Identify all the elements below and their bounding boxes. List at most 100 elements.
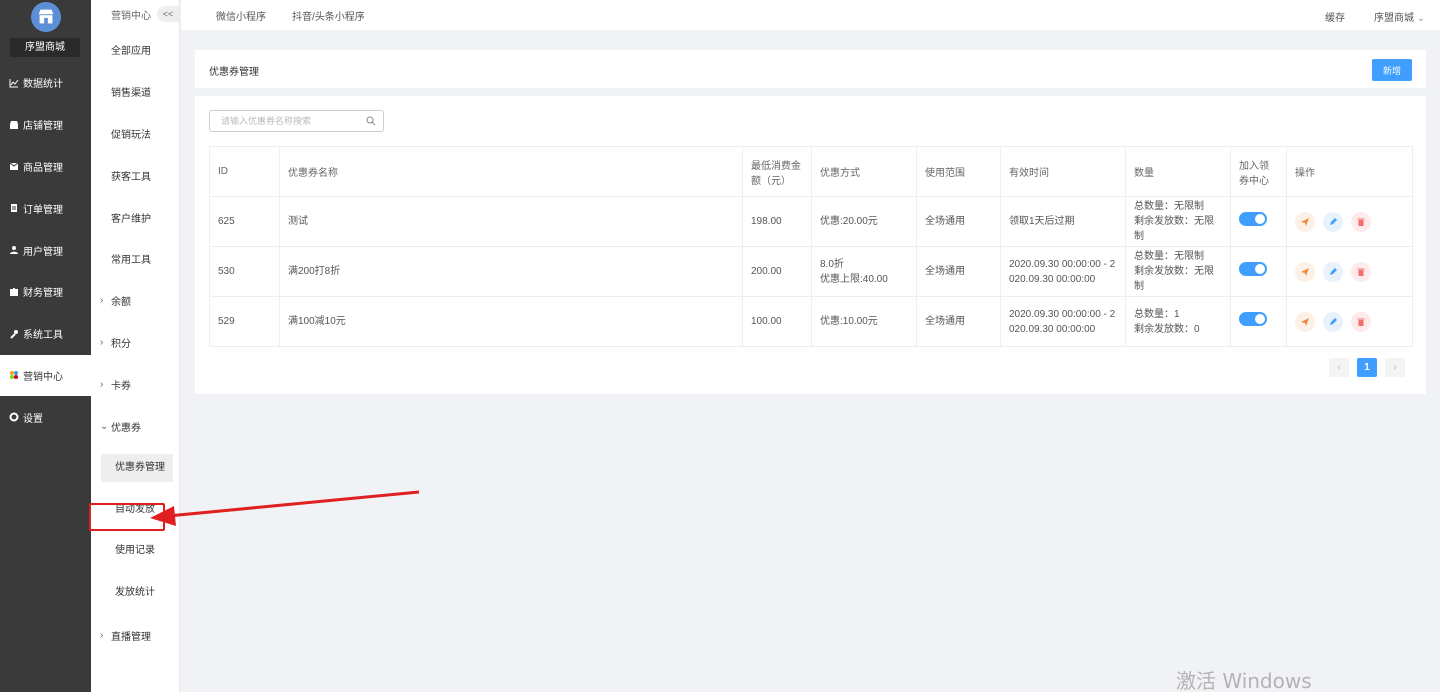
sub-sidebar-title: 营销中心 xyxy=(111,11,151,22)
cell-scope: 全场通用 xyxy=(916,296,1001,347)
col-actions: 操作 xyxy=(1286,146,1413,197)
subnav-usage-records[interactable]: 使用记录 xyxy=(91,531,179,573)
marketing-icon xyxy=(9,370,19,380)
cell-scope: 全场通用 xyxy=(916,196,1001,247)
search-input[interactable] xyxy=(210,111,360,131)
group-label: 余额 xyxy=(111,297,131,309)
subnav-promotion[interactable]: 促销玩法 xyxy=(91,113,179,155)
subnav-group-cards[interactable]: › 卡券 xyxy=(91,363,179,405)
subnav-group-coupons[interactable]: ⌄ 优惠券 xyxy=(91,405,179,447)
cell-name: 测试 xyxy=(279,196,743,247)
account-name: 序盟商城 xyxy=(1374,13,1414,24)
wrench-icon xyxy=(9,329,19,339)
subnav-issue-stats[interactable]: 发放统计 xyxy=(91,572,179,614)
send-icon[interactable] xyxy=(1295,211,1315,232)
tab-douyin[interactable]: 抖音/头条小程序 xyxy=(292,8,365,23)
shop-name: 序盟商城 xyxy=(10,38,80,57)
coupon-center-toggle[interactable] xyxy=(1239,212,1267,226)
col-id: ID xyxy=(209,146,280,197)
prev-page-button[interactable]: ‹ xyxy=(1329,358,1349,377)
cell-actions xyxy=(1286,296,1413,347)
subnav-sales-channel[interactable]: 销售渠道 xyxy=(91,71,179,113)
coupon-center-toggle[interactable] xyxy=(1239,312,1267,326)
cell-qty: 总数量：无限制 剩余发放数：无限制 xyxy=(1125,246,1231,297)
cell-discount: 优惠:20.00元 xyxy=(811,196,917,247)
cell-id: 529 xyxy=(209,296,280,347)
cell-qty: 总数量：无限制 剩余发放数：无限制 xyxy=(1125,196,1231,247)
subnav-label: 使用记录 xyxy=(115,545,155,557)
col-scope: 使用范围 xyxy=(916,146,1001,197)
nav-settings[interactable]: 设置 xyxy=(0,396,91,438)
windows-activation-watermark: 激活 Windows xyxy=(1176,669,1312,692)
page-number[interactable]: 1 xyxy=(1357,358,1377,377)
sub-sidebar-header: 营销中心 << xyxy=(91,0,179,29)
subnav-coupon-manage[interactable]: 优惠券管理 xyxy=(91,447,179,489)
chart-icon xyxy=(9,78,19,88)
cell-qty: 总数量：1 剩余发放数：0 xyxy=(1125,296,1231,347)
top-bar: 微信小程序 抖音/头条小程序 缓存 序盟商城 ⌄ xyxy=(181,0,1440,30)
nav-data-stats[interactable]: 数据统计 xyxy=(0,62,91,104)
send-icon[interactable] xyxy=(1295,311,1315,332)
edit-icon[interactable] xyxy=(1323,211,1343,232)
discount-line: 8.0折 xyxy=(820,258,844,270)
nav-label: 营销中心 xyxy=(23,371,63,383)
group-label: 积分 xyxy=(111,338,131,350)
subnav-label: 发放统计 xyxy=(115,587,155,599)
delete-icon[interactable] xyxy=(1351,311,1371,332)
subnav-group-points[interactable]: › 积分 xyxy=(91,322,179,364)
table-header-row: ID 优惠券名称 最低消费金额（元） 优惠方式 使用范围 有效时间 数量 加入领… xyxy=(209,146,1413,197)
cache-link[interactable]: 缓存 xyxy=(1325,9,1345,24)
col-name: 优惠券名称 xyxy=(279,146,743,197)
tab-wechat[interactable]: 微信小程序 xyxy=(216,8,266,23)
subnav-all-apps[interactable]: 全部应用 xyxy=(91,29,179,71)
nav-store[interactable]: 店铺管理 xyxy=(0,104,91,146)
qty-total: 总数量：无限制 xyxy=(1134,201,1204,212)
col-quantity: 数量 xyxy=(1125,146,1231,197)
col-valid-time: 有效时间 xyxy=(1000,146,1126,197)
col-discount: 优惠方式 xyxy=(811,146,917,197)
store-icon xyxy=(9,120,19,130)
delete-icon[interactable] xyxy=(1351,211,1371,232)
send-icon[interactable] xyxy=(1295,261,1315,282)
nav-goods[interactable]: 商品管理 xyxy=(0,146,91,188)
subnav-common-tools[interactable]: 常用工具 xyxy=(91,238,179,280)
qty-total: 总数量：无限制 xyxy=(1134,251,1204,262)
nav-tools[interactable]: 系统工具 xyxy=(0,313,91,355)
group-label: 卡券 xyxy=(111,380,131,392)
nav-finance[interactable]: 财务管理 xyxy=(0,271,91,313)
add-button[interactable]: 新增 xyxy=(1372,59,1412,81)
nav-label: 商品管理 xyxy=(23,162,63,174)
user-icon xyxy=(9,245,19,255)
cell-min: 100.00 xyxy=(742,296,812,347)
cell-switch xyxy=(1230,196,1287,247)
subnav-group-live[interactable]: › 直播管理 xyxy=(91,614,179,656)
gear-icon xyxy=(9,412,19,422)
account-menu[interactable]: 序盟商城 ⌄ xyxy=(1374,9,1425,24)
nav-order[interactable]: 订单管理 xyxy=(0,187,91,229)
subnav-group-balance[interactable]: › 余额 xyxy=(91,280,179,322)
cell-time: 2020.09.30 00:00:00 - 2020.09.30 00:00:0… xyxy=(1000,246,1126,297)
cell-id: 625 xyxy=(209,196,280,247)
nav-marketing[interactable]: 营销中心 xyxy=(0,354,91,397)
next-page-button[interactable]: › xyxy=(1385,358,1405,377)
subnav-customer-care[interactable]: 客户维护 xyxy=(91,196,179,238)
cell-min: 198.00 xyxy=(742,196,812,247)
nav-user[interactable]: 用户管理 xyxy=(0,229,91,271)
cell-switch xyxy=(1230,296,1287,347)
cell-min: 200.00 xyxy=(742,246,812,297)
pagination: ‹ 1 › xyxy=(1329,358,1405,377)
delete-icon[interactable] xyxy=(1351,261,1371,282)
coupon-center-toggle[interactable] xyxy=(1239,262,1267,276)
nav-label: 财务管理 xyxy=(23,288,63,300)
collapse-button[interactable]: << xyxy=(157,6,179,22)
subnav-acquisition[interactable]: 获客工具 xyxy=(91,154,179,196)
edit-icon[interactable] xyxy=(1323,311,1343,332)
finance-icon xyxy=(9,287,19,297)
col-coupon-center: 加入领券中心 xyxy=(1230,146,1287,197)
page-header: 优惠券管理 新增 xyxy=(195,50,1426,88)
search-icon[interactable] xyxy=(366,116,376,129)
main-sidebar: 序盟商城 数据统计 店铺管理 商品管理 订单管理 用户管理 财务管理 系统工具 … xyxy=(0,0,91,692)
shop-logo xyxy=(31,2,61,32)
order-icon xyxy=(9,203,19,213)
edit-icon[interactable] xyxy=(1323,261,1343,282)
